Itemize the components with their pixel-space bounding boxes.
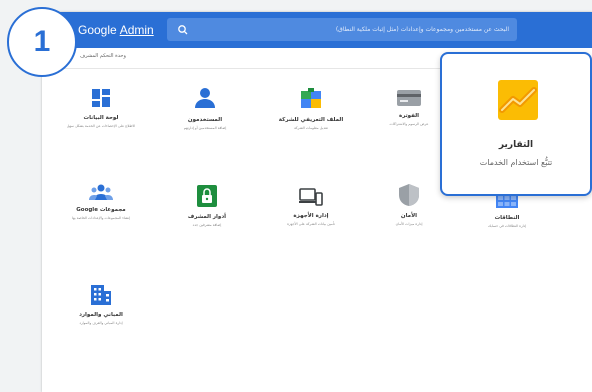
reports-subtitle: تتبُّع استخدام الخدمات — [479, 158, 553, 167]
tile-dashboard[interactable]: لوحة البيانات الاطلاع على الإحصاءات عن ا… — [46, 88, 156, 128]
step-number-badge: 1 — [7, 7, 77, 77]
search-icon[interactable] — [173, 20, 193, 40]
reports-callout-card[interactable]: التقارير تتبُّع استخدام الخدمات — [440, 52, 592, 196]
tile-subtitle: إدارة المباني والغرف والموارد — [79, 321, 123, 325]
company-profile-icon — [301, 88, 321, 108]
tile-company-profile[interactable]: الملف التعريفي للشركة تعديل معلومات الشر… — [256, 86, 366, 130]
tile-title: مجموعات Google — [76, 207, 126, 213]
tile-subtitle: إضافة المستخدمين أو إدارتهم — [183, 126, 227, 130]
groups-icon — [89, 184, 113, 200]
reports-title: التقارير — [498, 140, 534, 150]
lock-icon — [197, 185, 217, 207]
tile-title: إدارة الأجهزة — [293, 213, 329, 219]
search-input[interactable] — [193, 26, 517, 33]
tile-title: أدوار المشرف — [187, 214, 227, 220]
building-icon — [91, 285, 111, 305]
brand-logo[interactable]: Google Admin — [78, 23, 154, 37]
top-app-bar: Google Admin — [42, 12, 592, 48]
domains-icon — [496, 194, 518, 208]
devices-icon — [299, 188, 323, 206]
tile-google-groups[interactable]: مجموعات Google إنشاء المجموعات والإعدادا… — [46, 184, 156, 220]
tile-title: النطاقات — [494, 215, 520, 221]
tile-title: الملف التعريفي للشركة — [278, 117, 344, 123]
tile-title: المستخدمون — [187, 117, 223, 123]
tile-title: المباني والموارد — [79, 312, 123, 318]
tile-subtitle: الاطلاع على الإحصاءات عن الخدمة بشكل سهل — [66, 124, 136, 128]
tile-buildings-resources[interactable]: المباني والموارد إدارة المباني والغرف وا… — [46, 285, 156, 325]
tile-admin-roles[interactable]: أدوار المشرف إضافة مشرفين جدد — [152, 185, 262, 227]
dashboard-icon — [92, 89, 110, 107]
tile-users[interactable]: المستخدمون إضافة المستخدمين أو إدارتهم — [150, 86, 260, 130]
tile-subtitle: تعديل معلومات الشركة — [294, 126, 328, 130]
reports-chart-icon — [498, 80, 538, 120]
tile-title: الأمان — [400, 213, 418, 219]
brand-admin-link[interactable]: Admin — [120, 23, 154, 37]
credit-card-icon — [397, 90, 421, 106]
tile-subtitle: إضافة مشرفين جدد — [192, 223, 222, 227]
tile-subtitle: إدارة النطاقات في حسابك — [487, 224, 527, 228]
brand-google-text: Google — [78, 23, 117, 37]
user-icon — [195, 88, 215, 108]
tile-subtitle: إدارة ميزات الأمان — [395, 222, 423, 226]
search-bar[interactable] — [167, 18, 517, 41]
tile-domains[interactable]: النطاقات إدارة النطاقات في حسابك — [452, 194, 562, 228]
tile-subtitle: إنشاء المجموعات والإعدادات الخاصة بها — [71, 216, 131, 220]
tile-title: لوحة البيانات — [83, 115, 119, 121]
shield-icon — [399, 184, 419, 206]
tile-subtitle: تأمين بيانات الشركة على الأجهزة — [287, 222, 335, 226]
tile-device-management[interactable]: إدارة الأجهزة تأمين بيانات الشركة على ال… — [256, 188, 366, 226]
breadcrumb: وحدة التحكم المشرف — [80, 53, 126, 59]
